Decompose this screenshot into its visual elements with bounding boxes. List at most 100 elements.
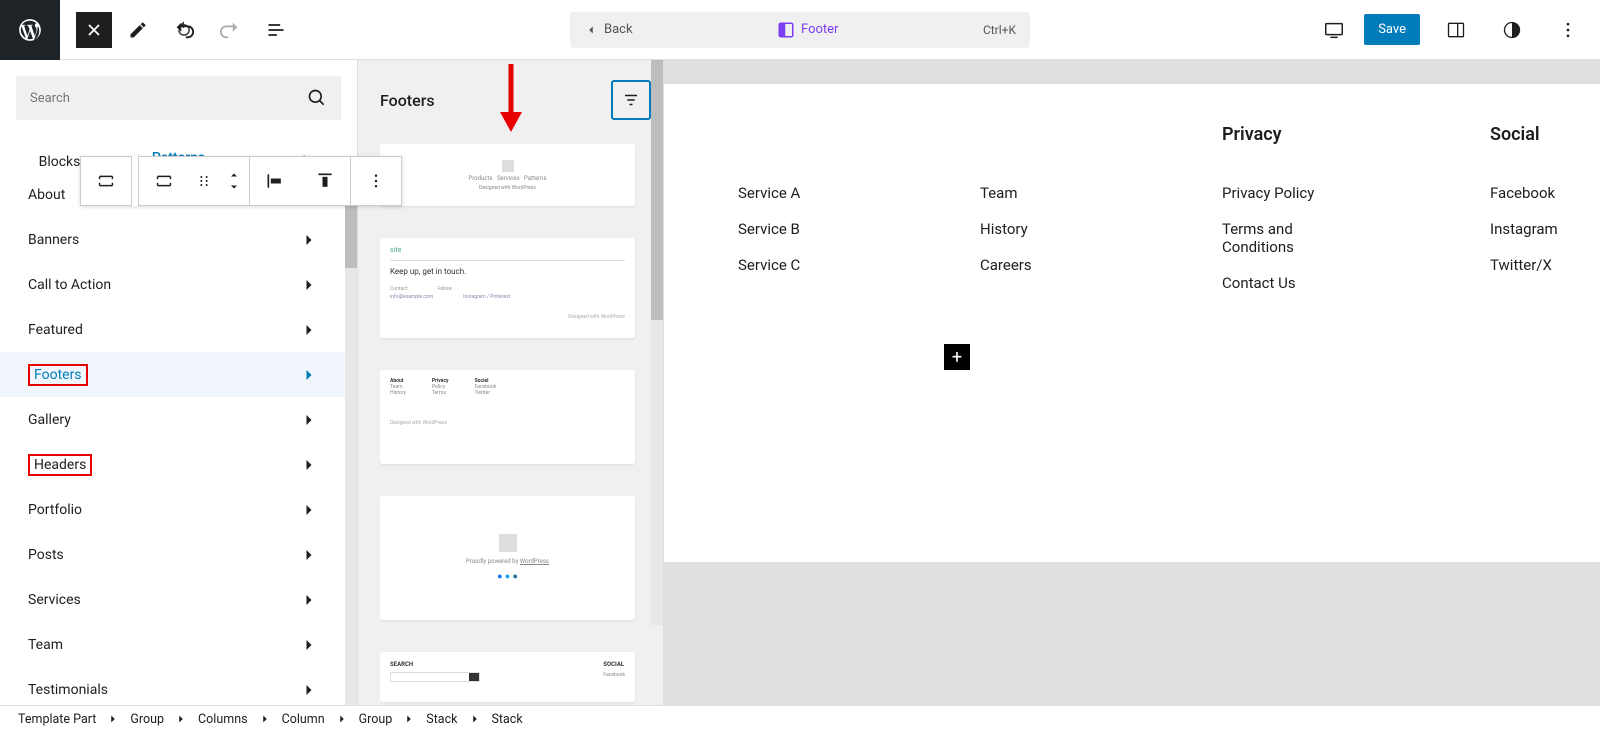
pattern-preview[interactable]: Products Services Patterns Designed with… — [380, 144, 635, 206]
pattern-preview-panel: Footers Products Services Patterns Desig… — [358, 60, 664, 705]
block-type-button[interactable] — [81, 157, 131, 205]
back-label: Back — [604, 22, 633, 37]
wordpress-logo[interactable] — [0, 0, 60, 60]
category-item-headers[interactable]: Headers — [0, 442, 347, 487]
footer-link[interactable]: Contact Us — [1222, 274, 1358, 292]
list-view-button[interactable] — [256, 10, 296, 50]
footer-link[interactable]: Twitter/X — [1490, 256, 1600, 274]
document-bar[interactable]: Back Footer Ctrl+K — [570, 12, 1030, 48]
contrast-icon — [1502, 20, 1522, 40]
search-input[interactable]: Search — [16, 76, 341, 120]
breadcrumb-item[interactable]: Columns — [198, 712, 248, 727]
desktop-icon — [1323, 19, 1345, 41]
align-left-icon — [265, 171, 285, 191]
block-breadcrumb: Template Part Group Columns Column Group Stac… — [0, 705, 1600, 732]
footer-column[interactable]: Team History Careers — [980, 124, 1090, 292]
more-options-button[interactable] — [1548, 10, 1588, 50]
breadcrumb-item[interactable]: Group — [130, 712, 164, 727]
category-item-posts[interactable]: Posts — [0, 532, 347, 577]
styles-button[interactable] — [1492, 10, 1532, 50]
close-icon — [86, 22, 102, 38]
select-parent-button[interactable] — [139, 157, 189, 205]
sidebar-icon — [1446, 20, 1466, 40]
column-heading[interactable] — [980, 124, 1090, 150]
category-item-footers[interactable]: Footers — [0, 352, 347, 397]
view-button[interactable] — [1314, 10, 1354, 50]
pattern-preview[interactable]: AboutTeamHistory PrivacyPolicyTerms Soci… — [380, 370, 635, 464]
search-placeholder: Search — [30, 91, 70, 106]
move-buttons[interactable] — [219, 157, 249, 205]
align-top-icon — [315, 171, 335, 191]
category-item-team[interactable]: Team — [0, 622, 347, 667]
settings-panel-toggle[interactable] — [1436, 10, 1476, 50]
breadcrumb-item[interactable]: Stack — [492, 712, 523, 727]
search-icon — [307, 88, 327, 108]
footer-column[interactable]: Service A Service B Service C — [738, 124, 848, 292]
chevron-right-icon — [468, 712, 482, 726]
footer-link[interactable]: Service B — [738, 220, 848, 238]
align-button[interactable] — [250, 157, 300, 205]
stack-icon — [153, 170, 175, 192]
template-part-icon — [777, 21, 795, 39]
footer-column[interactable]: Privacy Privacy Policy Terms and Condition… — [1222, 124, 1358, 292]
block-toolbar — [80, 156, 402, 206]
filter-button[interactable] — [611, 80, 651, 120]
category-item-services[interactable]: Services — [0, 577, 347, 622]
back-button[interactable]: Back — [584, 22, 633, 37]
footer-link[interactable]: Terms and Conditions — [1222, 220, 1358, 256]
footer-link[interactable]: Privacy Policy — [1222, 184, 1358, 202]
column-heading[interactable]: Social — [1490, 124, 1600, 150]
pencil-icon — [128, 20, 148, 40]
chevron-right-icon — [402, 712, 416, 726]
justify-button[interactable] — [300, 157, 350, 205]
scrollbar[interactable] — [651, 60, 663, 625]
column-heading[interactable] — [738, 124, 848, 150]
category-item-featured[interactable]: Featured — [0, 307, 347, 352]
pattern-panel-title: Footers — [380, 91, 435, 110]
breadcrumb-item[interactable]: Stack — [426, 712, 457, 727]
footer-link[interactable]: History — [980, 220, 1090, 238]
chevron-left-icon — [584, 23, 598, 37]
save-button[interactable]: Save — [1364, 14, 1420, 45]
pattern-preview[interactable]: site Keep up, get in touch. ContactFollo… — [380, 238, 635, 338]
redo-button[interactable] — [210, 10, 250, 50]
breadcrumb-item[interactable]: Group — [359, 712, 393, 727]
column-heading[interactable]: Privacy — [1222, 124, 1358, 150]
editor-canvas: Service A Service B Service C Team History C… — [664, 60, 1600, 705]
category-item-testimonials[interactable]: Testimonials — [0, 667, 347, 705]
pattern-category-list: AboutBannersCall to ActionFeaturedFooter… — [0, 182, 357, 705]
category-item-portfolio[interactable]: Portfolio — [0, 487, 347, 532]
breadcrumb-item[interactable]: Column — [282, 712, 325, 727]
shortcut-hint: Ctrl+K — [983, 23, 1016, 37]
footer-link[interactable]: Careers — [980, 256, 1090, 274]
close-button[interactable] — [76, 12, 112, 48]
more-vertical-icon — [1558, 20, 1578, 40]
canvas-content[interactable]: Service A Service B Service C Team History C… — [664, 84, 1600, 562]
pattern-preview[interactable]: SEARCH SOCIALFacebook — [380, 652, 635, 702]
top-toolbar: Back Footer Ctrl+K Save — [0, 0, 1600, 60]
block-more-options[interactable] — [351, 157, 401, 205]
footer-link[interactable]: Team — [980, 184, 1090, 202]
category-item-banners[interactable]: Banners — [0, 217, 347, 262]
undo-button[interactable] — [164, 10, 204, 50]
footer-link[interactable]: Service A — [738, 184, 848, 202]
filter-icon — [622, 91, 640, 109]
chevron-right-icon — [174, 712, 188, 726]
footer-link[interactable]: Service C — [738, 256, 848, 274]
drag-handle[interactable] — [189, 157, 219, 205]
category-item-gallery[interactable]: Gallery — [0, 397, 347, 442]
undo-icon — [173, 19, 195, 41]
footer-column[interactable]: Social Facebook Instagram Twitter/X — [1490, 124, 1600, 292]
category-item-call-to-action[interactable]: Call to Action — [0, 262, 347, 307]
pattern-preview[interactable]: Proudly powered by WordPress ● ● ● — [380, 496, 635, 620]
scrollbar[interactable] — [345, 182, 357, 705]
breadcrumb-item[interactable]: Template Part — [18, 712, 96, 727]
footer-link[interactable]: Facebook — [1490, 184, 1600, 202]
more-vertical-icon — [367, 172, 385, 190]
add-block-button[interactable]: + — [944, 344, 970, 370]
chevron-right-icon — [258, 712, 272, 726]
footer-link[interactable]: Instagram — [1490, 220, 1600, 238]
document-title[interactable]: Footer — [645, 21, 971, 39]
chevron-up-icon — [228, 169, 240, 181]
tools-button[interactable] — [118, 10, 158, 50]
